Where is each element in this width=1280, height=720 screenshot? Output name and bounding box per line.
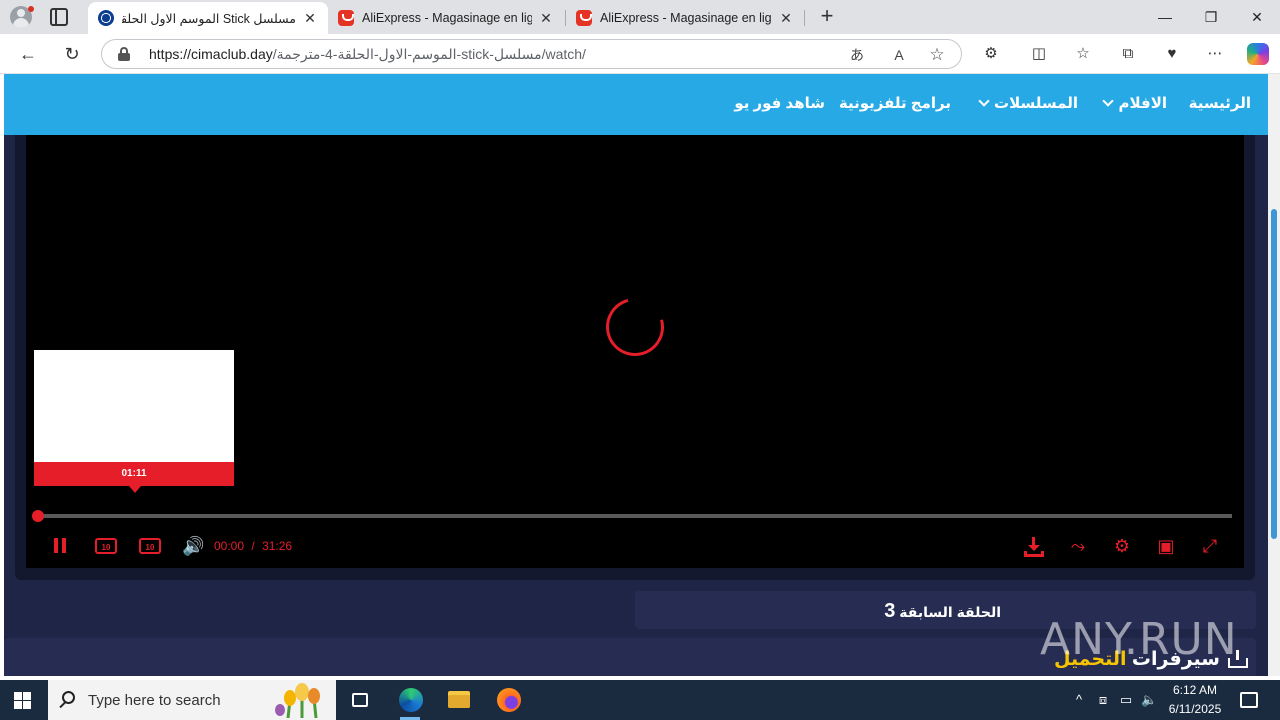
volume-icon[interactable]: 🔊 <box>182 535 204 557</box>
address-bar[interactable]: https://cimaclub.day/الموسم-الاول-الحلقة… <box>101 39 962 69</box>
tab-actions-icon[interactable] <box>50 8 68 26</box>
refresh-icon[interactable]: ↻ <box>61 43 83 65</box>
chevron-down-icon <box>978 95 990 107</box>
search-placeholder: Type here to search <box>88 692 221 709</box>
seek-preview-thumbnail: 01:11 <box>34 350 234 486</box>
chevron-down-icon <box>1102 95 1115 107</box>
rewind-10-button[interactable]: 10 <box>95 538 117 554</box>
back-arrow-icon[interactable]: ← <box>17 43 39 65</box>
tab-title: مسلسل Stick الموسم الاول الحلقة 4 <box>122 11 296 26</box>
nav-series[interactable]: المسلسلات <box>978 94 1078 112</box>
page-scrollbar[interactable] <box>1268 74 1280 676</box>
nav-movies[interactable]: الافلام <box>1102 94 1167 112</box>
tab-title: AliExpress - Magasinage en ligne <box>600 11 772 25</box>
duration: 31:26 <box>262 539 293 553</box>
preview-time: 01:11 <box>34 462 234 486</box>
extensions-icon[interactable]: ⚙ <box>981 44 1001 64</box>
translate-icon[interactable]: あ <box>848 46 866 64</box>
clock-date[interactable]: 6/11/2025 <box>1162 702 1228 716</box>
notifications-icon[interactable] <box>1240 692 1258 708</box>
firefox-icon[interactable] <box>484 680 532 720</box>
lock-icon[interactable] <box>118 47 130 61</box>
tab-divider <box>804 10 805 26</box>
tab-cimaclub[interactable]: مسلسل Stick الموسم الاول الحلقة 4 ✕ <box>88 2 328 34</box>
tab-aliexpress-2[interactable]: AliExpress - Magasinage en ligne ✕ <box>566 2 804 34</box>
windows-start-icon[interactable] <box>14 692 31 709</box>
favorites-icon[interactable]: ☆ <box>1073 44 1093 64</box>
tab-strip: مسلسل Stick الموسم الاول الحلقة 4 ✕ AliE… <box>0 0 1280 34</box>
file-explorer-icon[interactable] <box>435 680 483 720</box>
close-window-button[interactable]: ✕ <box>1234 0 1280 34</box>
share-icon[interactable]: ⤳ <box>1067 535 1089 557</box>
notification-dot <box>28 6 34 12</box>
fullscreen-icon[interactable]: ⤢ <box>1199 535 1221 557</box>
settings-gear-icon[interactable]: ⚙ <box>1111 535 1133 557</box>
picture-in-picture-icon[interactable]: ▣ <box>1155 535 1177 557</box>
taskbar-search-box[interactable]: Type here to search <box>48 680 336 720</box>
preview-pointer <box>129 486 141 493</box>
nav-tv-shows[interactable]: برامج تلفزيونية <box>839 94 951 112</box>
film-reel-icon <box>98 10 114 26</box>
network-icon[interactable]: ▭ <box>1118 692 1134 708</box>
windows-taskbar: Type here to search ^ ⧈ ▭ 🔈 6:12 AM 6/11… <box>0 680 1280 720</box>
search-icon <box>62 691 75 704</box>
browser-essentials-icon[interactable]: ♥ <box>1162 44 1182 64</box>
aliexpress-icon <box>576 10 592 26</box>
read-aloud-icon[interactable]: A <box>890 46 908 64</box>
more-menu-icon[interactable]: ⋯ <box>1205 44 1225 64</box>
tab-title: AliExpress - Magasinage en ligne <box>362 11 532 25</box>
anyrun-watermark: ANY.RUN <box>1040 614 1238 665</box>
close-tab-icon[interactable]: ✕ <box>302 10 318 27</box>
loading-spinner-icon <box>595 287 675 367</box>
tulips-illustration-icon <box>268 682 334 718</box>
download-icon[interactable] <box>1023 536 1045 558</box>
clock-time[interactable]: 6:12 AM <box>1166 683 1224 697</box>
aliexpress-icon <box>338 10 354 26</box>
time-display: 00:00 / 31:26 <box>214 539 293 553</box>
forward-10-button[interactable]: 10 <box>139 538 161 554</box>
favorite-star-icon[interactable]: ☆ <box>928 46 946 64</box>
scrollbar-thumb[interactable] <box>1271 209 1277 539</box>
site-navigation: الرئيسية الافلام المسلسلات برامج تلفزيون… <box>4 74 1268 135</box>
tab-aliexpress-1[interactable]: AliExpress - Magasinage en ligne ✕ <box>328 2 564 34</box>
edge-taskbar-icon[interactable] <box>386 680 434 720</box>
previous-episode-label: الحلقة السابقة 3 <box>884 600 1001 622</box>
copilot-icon[interactable] <box>1247 43 1269 65</box>
video-player[interactable]: 01:11 10 10 🔊 00:00 / 31:26 ⤳ ⚙ ▣ ⤢ <box>26 135 1244 568</box>
close-tab-icon[interactable]: ✕ <box>778 10 794 27</box>
new-tab-button[interactable]: + <box>816 5 838 27</box>
pause-button[interactable] <box>52 535 68 557</box>
collections-icon[interactable]: ⧉ <box>1118 44 1138 64</box>
url-text[interactable]: https://cimaclub.day/الموسم-الاول-الحلقة… <box>149 46 586 63</box>
volume-tray-icon[interactable]: 🔈 <box>1141 692 1157 708</box>
nav-watch-for-you[interactable]: شاهد فور يو <box>734 94 825 112</box>
close-tab-icon[interactable]: ✕ <box>538 10 554 27</box>
network-device-icon[interactable]: ⧈ <box>1095 692 1111 708</box>
browser-toolbar: ← ↻ https://cimaclub.day/الموسم-الاول-ال… <box>0 34 1280 74</box>
current-time: 00:00 <box>214 539 245 553</box>
web-page: الرئيسية الافلام المسلسلات برامج تلفزيون… <box>4 74 1268 676</box>
nav-home[interactable]: الرئيسية <box>1189 94 1251 112</box>
show-hidden-icons-chevron-icon[interactable]: ^ <box>1071 692 1087 708</box>
split-screen-icon[interactable]: ◫ <box>1029 44 1049 64</box>
minimize-button[interactable]: — <box>1142 0 1188 34</box>
maximize-button[interactable]: ❐ <box>1188 0 1234 34</box>
progress-knob[interactable] <box>32 510 44 522</box>
task-view-icon[interactable] <box>336 680 384 720</box>
progress-bar[interactable] <box>38 514 1232 518</box>
